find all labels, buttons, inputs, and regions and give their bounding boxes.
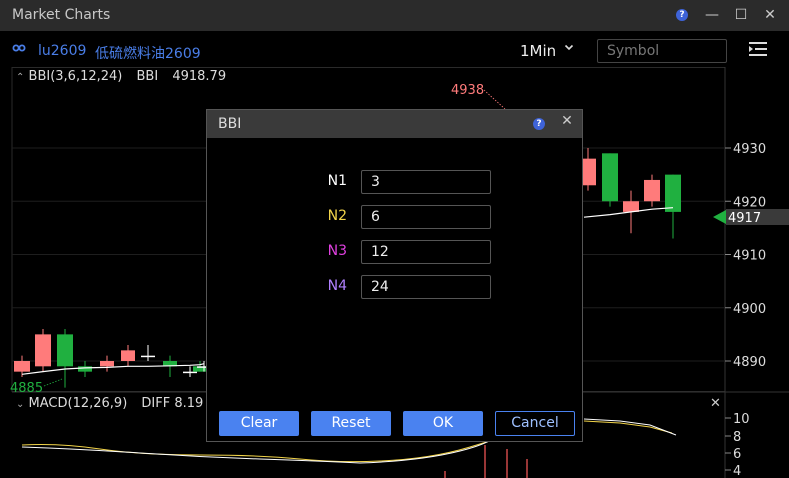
candle-body	[665, 174, 681, 212]
macd-close-icon[interactable]: ✕	[710, 396, 721, 411]
market-charts-window: Market Charts ? — ☐ ✕ lu2609 低硫燃料油2609 1…	[0, 0, 789, 478]
candle-body	[121, 350, 135, 361]
candle-body	[602, 153, 618, 202]
candle-body	[35, 334, 51, 367]
dialog-close-button[interactable]: ✕	[559, 113, 575, 129]
price-tick-label: 4910	[733, 249, 766, 264]
price-tick-label: 4890	[733, 355, 766, 370]
low-marker-leader	[43, 378, 63, 387]
dialog-header: BBI ? ✕	[207, 110, 582, 138]
param-label-n3: N3	[327, 243, 347, 259]
help-icon[interactable]: ?	[533, 118, 545, 130]
current-price-label: 4917	[728, 211, 761, 226]
close-button[interactable]: ✕	[760, 5, 780, 25]
interval-select[interactable]: 1Min	[520, 42, 556, 60]
param-input-n2[interactable]	[361, 205, 491, 229]
symbol-name[interactable]: 低硫燃料油2609	[95, 43, 201, 63]
high-marker: 4938	[451, 83, 484, 98]
price-tick-label: 4900	[733, 302, 766, 317]
bbi-indicator-label[interactable]: BBI(3,6,12,24)	[29, 69, 123, 84]
main-indicator-row: ⌃ BBI(3,6,12,24) BBI 4918.79	[16, 69, 226, 84]
maximize-button[interactable]: ☐	[731, 5, 751, 25]
clear-button[interactable]: Clear	[219, 411, 299, 436]
title-bar: Market Charts ? — ☐ ✕	[0, 0, 789, 31]
macd-tick-label: 8	[733, 430, 741, 445]
link-icon[interactable]	[12, 44, 26, 52]
menu-icon[interactable]	[749, 42, 767, 56]
high-marker-leader	[483, 89, 506, 110]
bbi-value: 4918.79	[172, 69, 227, 84]
candle-body	[644, 179, 660, 202]
minimize-button[interactable]: —	[702, 5, 722, 25]
macd-diff-label: DIFF 8.19	[141, 396, 204, 411]
bbi-settings-dialog: BBI ? ✕ N1 N2 N3 N4 Clear Reset OK Cance…	[206, 109, 583, 442]
help-icon[interactable]: ?	[676, 9, 688, 21]
chevron-down-icon[interactable]	[564, 42, 574, 55]
param-label-n1: N1	[327, 173, 347, 189]
macd-tick-label: 6	[733, 447, 741, 462]
price-tick-label: 4920	[733, 195, 766, 210]
candle-body	[57, 334, 73, 367]
candle-body	[141, 355, 155, 358]
param-input-n4[interactable]	[361, 275, 491, 299]
ok-button[interactable]: OK	[403, 411, 483, 436]
macd-dea-line-right	[583, 420, 673, 434]
macd-tick-label: 4	[733, 464, 741, 478]
candle-body	[14, 361, 30, 372]
candle-body	[78, 366, 92, 372]
chart-toolbar: lu2609 低硫燃料油2609 1Min	[0, 31, 789, 67]
price-tick-label: 4930	[733, 142, 766, 157]
window-title: Market Charts	[12, 7, 111, 23]
low-marker: 4885	[10, 381, 43, 396]
macd-indicator-label[interactable]: MACD(12,26,9)	[29, 396, 128, 411]
symbol-search-input[interactable]	[597, 39, 727, 63]
macd-indicator-row: ⌄ MACD(12,26,9) DIFF 8.19	[16, 396, 203, 411]
param-input-n1[interactable]	[361, 170, 491, 194]
param-label-n4: N4	[327, 278, 347, 294]
symbol-code[interactable]: lu2609	[38, 43, 86, 59]
macd-tick-label: 10	[733, 412, 750, 427]
price-axis: 4930 4920 4910 4900 4890	[725, 142, 766, 370]
candle-body	[100, 361, 114, 367]
collapse-chevron-icon[interactable]: ⌄	[16, 399, 24, 410]
candle-body	[183, 371, 197, 374]
macd-axis: 10 8 6 4	[725, 412, 750, 478]
cancel-button[interactable]: Cancel	[495, 411, 575, 436]
param-label-n2: N2	[327, 208, 347, 224]
collapse-chevron-icon[interactable]: ⌃	[16, 72, 24, 83]
current-price-arrow	[713, 210, 726, 224]
dialog-title: BBI	[218, 116, 242, 132]
bbi-value-name: BBI	[136, 69, 159, 84]
reset-button[interactable]: Reset	[311, 411, 391, 436]
param-input-n3[interactable]	[361, 240, 491, 264]
candle-body	[623, 201, 639, 212]
